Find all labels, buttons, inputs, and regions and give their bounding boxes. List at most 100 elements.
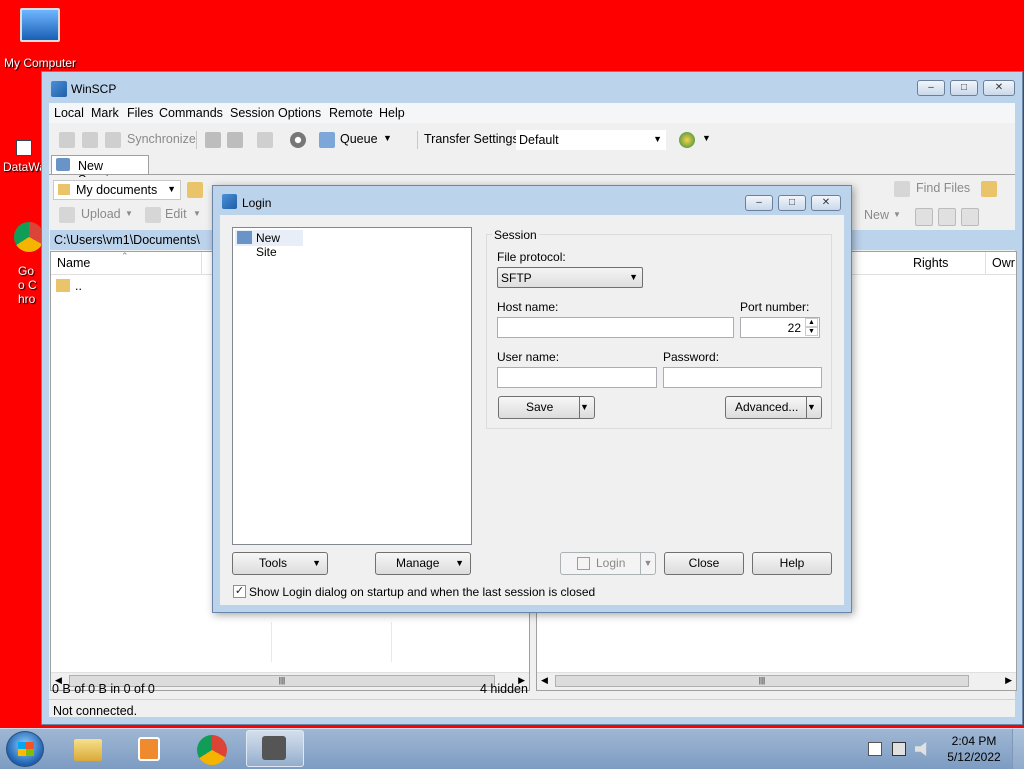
save-label: Save (526, 400, 554, 414)
winscp-lock-icon (262, 736, 286, 760)
edit-button[interactable]: Edit (165, 207, 187, 221)
putty-icon[interactable] (227, 132, 243, 148)
manage-button[interactable]: Manage ▼ (375, 552, 471, 575)
login-button[interactable]: Login ▼ (560, 552, 656, 575)
gear-icon[interactable] (290, 132, 306, 148)
show-desktop-button[interactable] (1012, 729, 1024, 769)
menu-help[interactable]: Help (379, 106, 405, 120)
taskbar-explorer[interactable] (72, 735, 104, 763)
local-location-select[interactable]: My documents ▼ (53, 180, 181, 200)
desktop-icon-chrome[interactable]: Goo Chro (0, 222, 44, 306)
status-bar: Not connected. (49, 699, 1015, 720)
column-owner[interactable]: Owr (992, 256, 1015, 270)
tree-item-label: New Site (256, 231, 281, 259)
tab-strip-line (49, 174, 1015, 175)
window-titlebar[interactable]: WinSCP – □ ✕ (42, 72, 1022, 104)
chevron-down-icon: ▼ (653, 134, 662, 144)
filter-icon[interactable] (961, 208, 979, 226)
column-name[interactable]: Name (57, 256, 90, 270)
taskbar-chrome[interactable] (196, 735, 228, 765)
tools-button[interactable]: Tools ▼ (232, 552, 328, 575)
scroll-right-arrow[interactable]: ▶ (1005, 675, 1012, 686)
table-row[interactable]: .. (55, 278, 195, 296)
site-tree[interactable]: New Site (232, 227, 472, 545)
spin-down-icon[interactable]: ▼ (805, 327, 818, 336)
queue-dropdown-arrow[interactable]: ▼ (383, 133, 392, 143)
queue-icon (319, 132, 335, 148)
transfer-settings-select[interactable]: Default ▼ (516, 130, 666, 150)
maximize-button[interactable]: □ (950, 80, 978, 96)
dialog-minimize-button[interactable]: – (745, 195, 773, 211)
taskbar-winscp[interactable] (246, 730, 304, 767)
close-window-button[interactable]: ✕ (983, 80, 1015, 96)
tree-item-new-site[interactable]: New Site (235, 230, 303, 259)
column-rights[interactable]: Rights (913, 256, 948, 270)
menu-options[interactable]: Options (278, 106, 321, 120)
host-name-input[interactable] (497, 317, 734, 338)
menu-local[interactable]: Local (54, 106, 84, 120)
compare-directories-icon[interactable] (59, 132, 75, 148)
help-button[interactable]: Help (752, 552, 832, 575)
tray-flag-icon[interactable] (868, 742, 882, 756)
synchronize-browsing-icon[interactable] (82, 132, 98, 148)
menu-remote[interactable]: Remote (329, 106, 373, 120)
dialog-titlebar[interactable]: Login – □ ✕ (213, 186, 851, 214)
show-login-checkbox-row[interactable]: ✓ Show Login dialog on startup and when … (233, 584, 633, 600)
minimize-button[interactable]: – (917, 80, 945, 96)
remote-horizontal-scrollbar[interactable]: ◀ ||| ▶ (537, 672, 1016, 690)
new-site-icon (237, 231, 252, 244)
globe-icon[interactable] (679, 132, 695, 148)
session-group: Session File protocol: SFTP ▼ Host name:… (486, 228, 832, 429)
menu-files[interactable]: Files (127, 106, 153, 120)
menu-mark[interactable]: Mark (91, 106, 119, 120)
user-name-input[interactable] (497, 367, 657, 388)
queue-button[interactable]: Queue (340, 132, 378, 146)
menu-session[interactable]: Session (230, 106, 274, 120)
tab-new-session[interactable]: New Session (51, 155, 149, 187)
edit-dropdown-arrow[interactable]: ▼ (193, 209, 201, 218)
clock[interactable]: 2:04 PM 5/12/2022 (940, 734, 1008, 766)
dialog-close-button[interactable]: ✕ (811, 195, 841, 211)
close-button[interactable]: Close (664, 552, 744, 575)
advanced-button[interactable]: Advanced... ▼ (725, 396, 822, 419)
taskbar-media-player[interactable] (134, 735, 166, 763)
upload-dropdown-arrow[interactable]: ▼ (125, 209, 133, 218)
tray-network-icon[interactable] (892, 742, 906, 756)
spin-up-icon[interactable]: ▲ (805, 318, 818, 327)
windows-logo-icon (18, 742, 34, 756)
menu-commands[interactable]: Commands (159, 106, 223, 120)
dialog-maximize-button[interactable]: □ (778, 195, 806, 211)
add-icon[interactable] (915, 208, 933, 226)
show-login-checkbox[interactable]: ✓ (233, 585, 246, 598)
new-button[interactable]: New (864, 208, 889, 222)
find-icon[interactable] (257, 132, 273, 148)
upload-button[interactable]: Upload (81, 207, 121, 221)
port-number-stepper[interactable]: 22 ▲ ▼ (740, 317, 820, 338)
shortcut-icon (16, 140, 32, 156)
tree-icon[interactable] (981, 181, 997, 197)
console-icon[interactable] (205, 132, 221, 148)
new-dropdown-arrow[interactable]: ▼ (893, 210, 901, 219)
file-protocol-select[interactable]: SFTP ▼ (497, 267, 643, 288)
computer-icon (20, 8, 60, 42)
globe-dropdown-arrow[interactable]: ▼ (702, 133, 711, 143)
scroll-thumb[interactable]: ||| (555, 675, 969, 687)
desktop-icon-datawa[interactable]: DataWa (0, 120, 46, 174)
password-input[interactable] (663, 367, 822, 388)
remove-icon[interactable] (938, 208, 956, 226)
login-icon (577, 557, 590, 570)
open-folder-icon[interactable] (187, 182, 203, 198)
login-dropdown-arrow[interactable]: ▼ (640, 553, 655, 574)
scroll-left-arrow[interactable]: ◀ (541, 675, 548, 686)
synchronize-button[interactable]: Synchronize (127, 132, 196, 146)
tray-volume-icon[interactable] (915, 742, 927, 756)
chevron-down-icon: ▼ (455, 558, 464, 568)
find-files-button[interactable]: Find Files (916, 181, 970, 195)
start-button[interactable] (6, 731, 44, 767)
desktop-icon-my-computer[interactable]: My Computer (0, 8, 80, 70)
menu-bar: Local Mark Files Commands Session Option… (49, 103, 1015, 123)
save-button[interactable]: Save ▼ (498, 396, 595, 419)
save-dropdown-arrow[interactable]: ▼ (579, 397, 594, 418)
login-label: Login (596, 556, 626, 570)
advanced-dropdown-arrow[interactable]: ▼ (806, 397, 821, 418)
